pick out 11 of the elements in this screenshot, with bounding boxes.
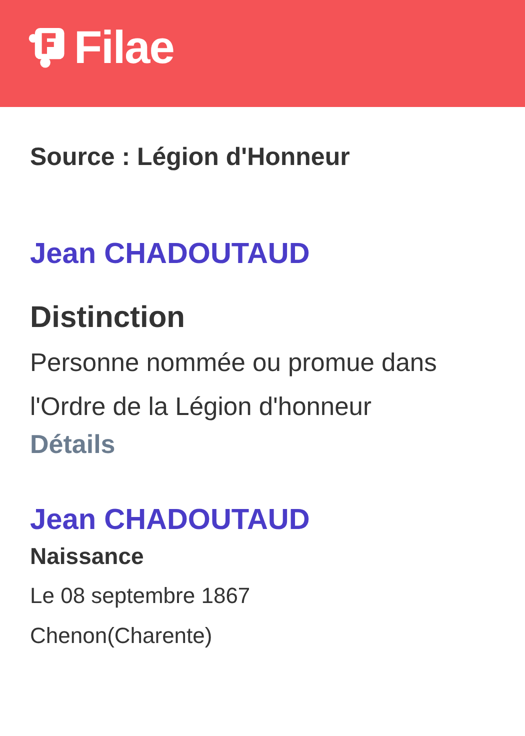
- person-name-link[interactable]: Jean CHADOUTAUD: [30, 238, 310, 271]
- section-heading: Naissance: [30, 543, 144, 570]
- detail-text: l'Ordre de la Légion d'honneur: [30, 392, 372, 423]
- detail-text: Le 08 septembre 1867: [30, 582, 250, 610]
- logo-text: Filae: [74, 20, 174, 74]
- details-link[interactable]: Détails: [30, 429, 116, 460]
- section-heading: Distinction: [30, 301, 185, 335]
- person-name-link[interactable]: Jean CHADOUTAUD: [30, 504, 310, 537]
- detail-text: Chenon(Charente): [30, 622, 212, 650]
- source-label: Source : Légion d'Honneur: [30, 143, 351, 172]
- detail-text: Personne nommée ou promue dans: [30, 348, 437, 379]
